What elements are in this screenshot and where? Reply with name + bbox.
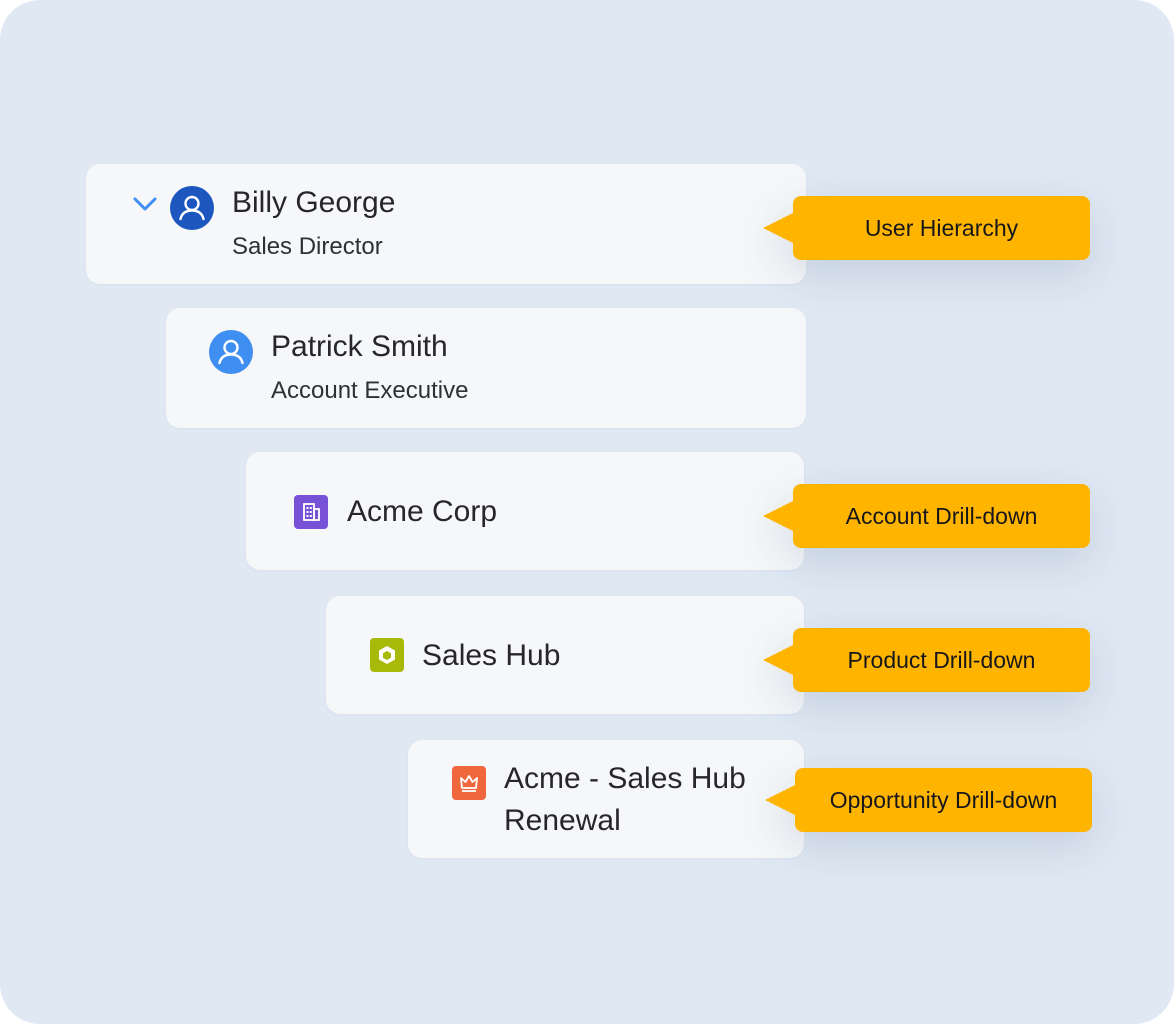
building-icon <box>294 495 328 529</box>
chevron-down-icon[interactable] <box>132 190 158 216</box>
callout-pointer <box>765 784 797 816</box>
user-name: Billy George <box>232 186 396 219</box>
callout-label: Product Drill-down <box>793 628 1090 692</box>
callout-pointer <box>763 644 795 676</box>
opportunity-name: Renewal <box>504 804 621 837</box>
product-card-sales-hub[interactable]: Sales Hub <box>326 596 804 714</box>
opportunity-card-acme-renewal[interactable]: Acme - Sales Hub Renewal <box>408 740 804 858</box>
callout-label: Opportunity Drill-down <box>795 768 1092 832</box>
callout-user-hierarchy: User Hierarchy <box>763 196 1090 260</box>
callout-label: User Hierarchy <box>793 196 1090 260</box>
callout-opportunity-drilldown: Opportunity Drill-down <box>765 768 1092 832</box>
callout-label: Account Drill-down <box>793 484 1090 548</box>
hexagon-icon <box>370 638 404 672</box>
account-card-acme-corp[interactable]: Acme Corp <box>246 452 804 570</box>
user-name: Patrick Smith <box>271 330 448 363</box>
callout-pointer <box>763 212 795 244</box>
callout-product-drilldown: Product Drill-down <box>763 628 1090 692</box>
user-card-billy-george[interactable]: Billy George Sales Director <box>86 164 806 284</box>
callout-pointer <box>763 500 795 532</box>
callout-account-drilldown: Account Drill-down <box>763 484 1090 548</box>
user-card-patrick-smith[interactable]: Patrick Smith Account Executive <box>166 308 806 428</box>
user-role: Account Executive <box>271 377 469 404</box>
product-name: Sales Hub <box>422 639 561 672</box>
user-role: Sales Director <box>232 233 383 260</box>
user-avatar-icon <box>170 186 214 230</box>
user-avatar-icon <box>209 330 253 374</box>
crown-icon <box>452 766 486 800</box>
opportunity-name: Acme - Sales Hub <box>504 762 746 795</box>
account-name: Acme Corp <box>347 495 498 528</box>
hierarchy-illustration: Billy George Sales Director Patrick Smit… <box>0 0 1174 1024</box>
